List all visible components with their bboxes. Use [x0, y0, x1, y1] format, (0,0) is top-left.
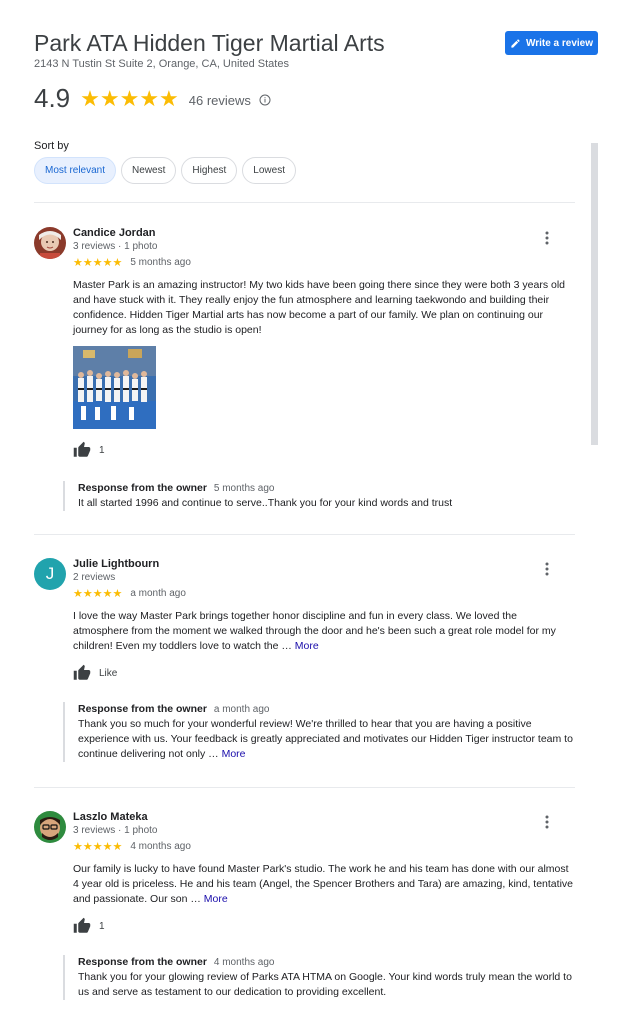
thumbs-up-icon	[73, 917, 91, 933]
like-count: 1	[99, 920, 105, 932]
rating-summary: 4.9 ★★★★★ 46 reviews	[34, 83, 271, 114]
reviewer-name[interactable]: Julie Lightbourn	[73, 558, 159, 570]
owner-response-date: 4 months ago	[213, 957, 275, 968]
sort-chip-lowest[interactable]: Lowest	[242, 157, 296, 184]
business-address: 2143 N Tustin St Suite 2, Orange, CA, Un…	[34, 58, 289, 70]
owner-response: Response from the owner 5 months ago It …	[63, 481, 583, 511]
pencil-icon	[511, 38, 520, 48]
owner-response-label: Response from the owner	[78, 482, 207, 494]
thumbs-up-icon	[73, 441, 91, 457]
more-link[interactable]: More	[295, 640, 319, 652]
scrollbar[interactable]	[591, 143, 598, 445]
more-options-icon[interactable]	[539, 561, 555, 577]
owner-response-label: Response from the owner	[78, 703, 207, 715]
like-button[interactable]: 1	[73, 917, 105, 935]
review-date: 4 months ago	[130, 841, 191, 852]
like-button[interactable]: 1	[73, 441, 105, 459]
more-link[interactable]: More	[204, 893, 228, 905]
like-button[interactable]: Like	[73, 664, 117, 682]
more-options-icon[interactable]	[539, 230, 555, 246]
avatar[interactable]	[34, 811, 66, 843]
reviewer-meta: 3 reviews · 1 photo	[73, 241, 158, 252]
review-text: Our family is lucky to have found Master…	[73, 863, 573, 905]
more-link[interactable]: More	[222, 748, 246, 760]
info-icon[interactable]	[259, 94, 271, 106]
reviewer-meta: 2 reviews	[73, 572, 116, 583]
business-title: Park ATA Hidden Tiger Martial Arts	[34, 30, 385, 56]
like-label: Like	[99, 667, 118, 679]
rating-value: 4.9	[34, 83, 71, 113]
review-stars: ★★★★★	[73, 841, 123, 853]
sort-chip-newest[interactable]: Newest	[121, 157, 177, 184]
write-review-button[interactable]: Write a review	[505, 31, 598, 55]
more-options-icon[interactable]	[539, 814, 555, 830]
avatar[interactable]	[34, 227, 66, 259]
owner-response-date: a month ago	[213, 704, 270, 715]
thumbs-up-icon	[73, 664, 91, 680]
review-text-block: I love the way Master Park brings togeth…	[73, 609, 573, 654]
rating-stars: ★★★★★	[80, 85, 179, 111]
review-date: a month ago	[130, 588, 186, 599]
review-text: Master Park is an amazing instructor! My…	[73, 279, 565, 336]
review-stars: ★★★★★	[73, 588, 123, 600]
reviewer-name[interactable]: Laszlo Mateka	[73, 811, 148, 823]
review-count: 46 reviews	[188, 92, 251, 108]
owner-response: Response from the owner 4 months ago Tha…	[63, 955, 583, 1000]
owner-response: Response from the owner a month ago Than…	[63, 702, 583, 762]
avatar[interactable]: J	[34, 558, 66, 590]
divider	[34, 534, 575, 535]
divider	[34, 202, 575, 203]
owner-response-text: It all started 1996 and continue to serv…	[78, 497, 453, 509]
review-stars: ★★★★★	[73, 257, 123, 269]
reviewer-meta: 3 reviews · 1 photo	[73, 825, 158, 836]
review-text-block: Our family is lucky to have found Master…	[73, 862, 573, 907]
owner-response-text: Thank you for your glowing review of Par…	[78, 971, 572, 998]
sort-chip-most-relevant[interactable]: Most relevant	[34, 157, 117, 184]
owner-response-date: 5 months ago	[213, 483, 275, 494]
like-count: 1	[99, 444, 105, 456]
sort-chips: Most relevant Newest Highest Lowest	[34, 157, 296, 184]
owner-response-label: Response from the owner	[78, 956, 207, 968]
review-photo[interactable]	[73, 346, 156, 429]
owner-response-text: Thank you so much for your wonderful rev…	[78, 718, 573, 760]
sort-chip-highest[interactable]: Highest	[181, 157, 238, 184]
divider	[34, 787, 575, 788]
review-date: 5 months ago	[130, 257, 191, 268]
write-review-label: Write a review	[525, 37, 594, 49]
reviewer-name[interactable]: Candice Jordan	[73, 227, 156, 239]
sort-label: Sort by	[34, 140, 69, 152]
